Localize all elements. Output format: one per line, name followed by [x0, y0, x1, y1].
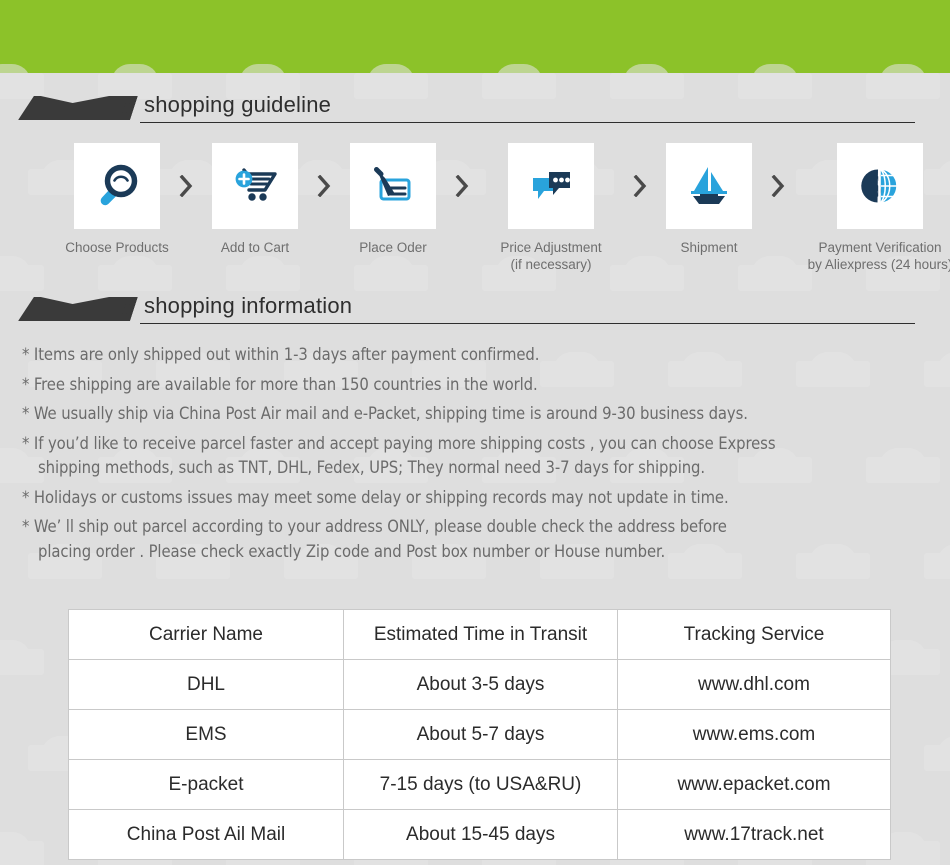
step-label: Place Oder: [359, 240, 427, 255]
table-row: E-packet 7-15 days (to USA&RU) www.epacket…: [68, 759, 891, 810]
chat-bubbles-icon: [533, 172, 570, 199]
heading-banner-notch: [34, 296, 115, 304]
shipping-info-list: * Items are only shipped out within 1-3 …: [22, 343, 927, 569]
heading-slashes-icon: [104, 297, 132, 321]
pen-order-icon: [374, 167, 411, 201]
step-payment-verification[interactable]: $ Payment Verification by Aliexpress (24…: [792, 143, 950, 273]
step-label: Price Adjustment (if necessary): [500, 240, 602, 272]
watermark-shape: [924, 352, 950, 387]
transit-time-cell: 7-15 days (to USA&RU): [343, 759, 618, 810]
step-price-adjustment[interactable]: Price Adjustment (if necessary): [476, 143, 626, 273]
table-row: EMS About 5-7 days www.ems.com: [68, 709, 891, 760]
dollar-globe-icon: $: [861, 167, 898, 205]
step-place-order[interactable]: Place Oder: [338, 143, 448, 256]
step-separator-2: [310, 143, 338, 229]
heading-slashes-icon: [104, 96, 132, 120]
tracking-url-cell: www.ems.com: [617, 709, 891, 760]
carrier-name-cell: E-packet: [68, 759, 344, 810]
step-separator-1: [172, 143, 200, 229]
table-row: DHL About 3-5 days www.dhl.com: [68, 659, 891, 710]
heading-underline: [140, 323, 915, 324]
chevron-right-icon: [455, 175, 469, 197]
shipping-info-line: * Items are only shipped out within 1-3 …: [22, 345, 540, 364]
step-icon-box: [666, 143, 752, 229]
tracking-url-cell: www.epacket.com: [617, 759, 891, 810]
step-label: Payment Verification by Aliexpress (24 h…: [807, 240, 950, 272]
sailboat-icon: [691, 167, 727, 204]
column-header-tracking-service: Tracking Service: [617, 609, 891, 660]
watermark-shape: [0, 640, 44, 675]
column-header-carrier-name: Carrier Name: [68, 609, 344, 660]
step-label: Add to Cart: [220, 240, 290, 255]
step-icon-box: [350, 143, 436, 229]
transit-time-cell: About 15-45 days: [343, 809, 618, 860]
carrier-name-cell: China Post Ail Mail: [68, 809, 344, 860]
watermark-shape: [924, 736, 950, 771]
step-label: Shipment: [680, 240, 738, 255]
watermark-shape: [924, 544, 950, 579]
shipping-info-line: * Holidays or customs issues may meet so…: [22, 487, 729, 507]
column-header-estimated-time: Estimated Time in Transit: [343, 609, 618, 660]
section-header-information: shopping information: [0, 293, 950, 333]
step-separator-5: [764, 143, 792, 229]
tracking-url-cell: www.dhl.com: [617, 659, 891, 710]
section-title-guideline: shopping guideline: [144, 92, 332, 117]
magnifier-icon: [100, 164, 138, 206]
carrier-table: Carrier Name Estimated Time in Transit T…: [68, 609, 891, 860]
chevron-right-icon: [633, 175, 647, 197]
transit-time-cell: About 3-5 days: [343, 659, 618, 710]
shipping-info-line: * If you’d like to receive parcel faster…: [22, 433, 776, 453]
section-header-guideline: shopping guideline: [0, 92, 950, 132]
heading-underline: [140, 122, 915, 123]
chevron-right-icon: [771, 175, 785, 197]
transit-time-cell: About 5-7 days: [343, 709, 618, 760]
heading-banner-notch: [34, 95, 115, 103]
shipping-info-line: * We usually ship via China Post Air mai…: [22, 404, 748, 423]
step-separator-4: [626, 143, 654, 229]
step-separator-3: [448, 143, 476, 229]
watermark-shape: [0, 832, 44, 865]
product-description-page: shopping guideline Choose Products Add t…: [0, 0, 950, 865]
carrier-name-cell: EMS: [68, 709, 344, 760]
shipping-info-line: * We’ ll ship out parcel according to yo…: [22, 517, 727, 536]
shipping-info-line: * Free shipping are available for more t…: [22, 374, 538, 394]
watermark-shape: [0, 256, 44, 291]
step-choose-products[interactable]: Choose Products: [62, 143, 172, 256]
table-header-row: Carrier Name Estimated Time in Transit T…: [68, 609, 891, 660]
tracking-url-cell: www.17track.net: [617, 809, 891, 860]
shipping-info-line: shipping methods, such as TNT, DHL, Fede…: [38, 458, 705, 477]
step-icon-box: [74, 143, 160, 229]
step-icon-box: [508, 143, 594, 229]
table-row: China Post Ail Mail About 15-45 days www.1…: [68, 809, 891, 860]
add-to-cart-icon: [235, 168, 277, 201]
green-header-banner: [0, 0, 950, 73]
step-label: Choose Products: [65, 240, 169, 255]
shopping-steps-row: Choose Products Add to Cart Place Oder P…: [62, 143, 950, 273]
chevron-right-icon: [317, 175, 331, 197]
step-icon-box: $: [837, 143, 923, 229]
section-title-information: shopping information: [144, 293, 353, 318]
step-shipment[interactable]: Shipment: [654, 143, 764, 256]
carrier-name-cell: DHL: [68, 659, 344, 710]
step-add-to-cart[interactable]: Add to Cart: [200, 143, 310, 256]
chevron-right-icon: [179, 175, 193, 197]
step-icon-box: [212, 143, 298, 229]
shipping-info-line: placing order . Please check exactly Zip…: [38, 541, 666, 561]
